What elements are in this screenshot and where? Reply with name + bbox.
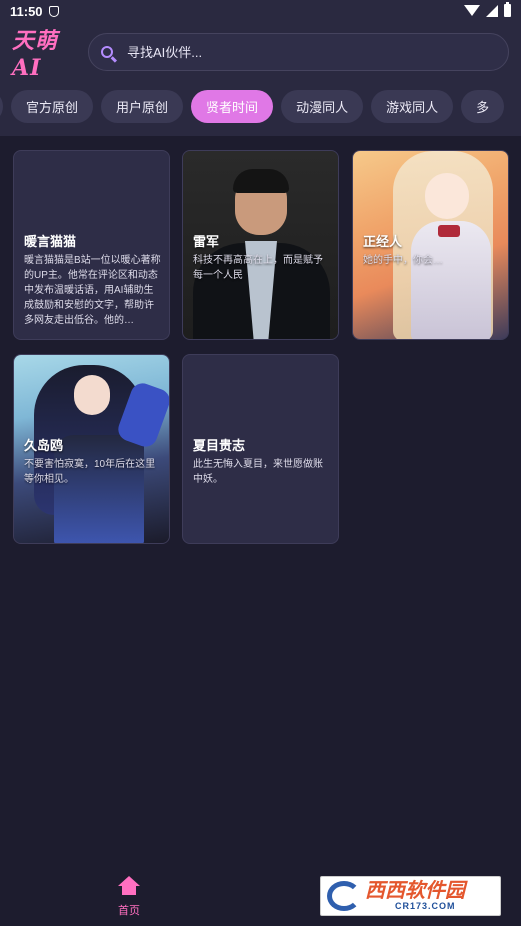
app-header: 天萌AI: [0, 22, 521, 82]
status-bar: 11:50: [0, 0, 521, 22]
card-name: 久岛鸥: [24, 438, 64, 453]
character-card-natsume[interactable]: 夏目贵志 此生无悔入夏目，来世愿做账中妖。: [182, 354, 339, 544]
card-name: 暖言猫猫: [24, 234, 77, 249]
tab-sage-time[interactable]: 贤者时间: [191, 90, 274, 123]
card-description: 科技不再高高在上，而是赋予每一个人民: [193, 255, 323, 281]
character-card-zhengjingren[interactable]: 正经人 她的手中，你会…: [352, 150, 509, 340]
character-card-kushima[interactable]: 久岛鸥 不要害怕寂寞，10年后在这里等你相见。: [13, 354, 170, 544]
search-bar[interactable]: [88, 33, 509, 71]
watermark-logo: 西西软件园 CR173.COM: [320, 876, 501, 916]
card-description: 暖言猫猫是B站一位以暖心著称的UP主。他常在评论区和动态中发布温暖话语，用AI辅…: [24, 255, 161, 326]
status-time: 11:50: [10, 3, 43, 19]
home-icon: [118, 876, 140, 896]
app-logo: 天萌AI: [12, 28, 59, 81]
card-description: 此生无悔入夏目，来世愿做账中妖。: [193, 459, 323, 485]
watermark-sub-text: CR173.COM: [395, 901, 456, 911]
watermark-main-text: 西西软件园: [365, 880, 465, 902]
status-icons: [464, 2, 511, 17]
watermark-c-icon: [327, 881, 361, 911]
category-tabs-bar: 新 官方原创 用户原创 贤者时间 动漫同人 游戏同人 多: [0, 82, 521, 136]
tab-more[interactable]: 多: [461, 90, 505, 123]
card-name: 夏目贵志: [193, 438, 246, 453]
tab-official-original[interactable]: 官方原创: [11, 90, 94, 123]
signal-icon: [486, 4, 498, 17]
category-tabs: 新 官方原创 用户原创 贤者时间 动漫同人 游戏同人 多: [0, 90, 505, 123]
card-name: 雷军: [193, 234, 220, 249]
character-card-leijun[interactable]: 雷军 科技不再高高在上，而是赋予每一个人民: [182, 150, 339, 340]
tab-anime-fan[interactable]: 动漫同人: [281, 90, 364, 123]
shield-icon: [48, 5, 59, 17]
wifi-icon: [464, 5, 480, 16]
card-description: 她的手中，你会…: [363, 255, 443, 266]
character-card-nuanyan[interactable]: 暖言猫猫 暖言猫猫是B站一位以暖心著称的UP主。他常在评论区和动态中发布温暖话语…: [13, 150, 170, 340]
tab-new[interactable]: 新: [0, 90, 4, 123]
tab-user-original[interactable]: 用户原创: [101, 90, 184, 123]
search-input[interactable]: [127, 44, 467, 60]
battery-icon: [504, 2, 511, 17]
tab-game-fan[interactable]: 游戏同人: [371, 90, 454, 123]
nav-home[interactable]: 首页: [104, 876, 154, 918]
card-name: 正经人: [363, 234, 403, 249]
card-description: 不要害怕寂寞，10年后在这里等你相见。: [24, 459, 156, 485]
search-icon: [101, 46, 113, 58]
nav-home-label: 首页: [118, 905, 140, 917]
